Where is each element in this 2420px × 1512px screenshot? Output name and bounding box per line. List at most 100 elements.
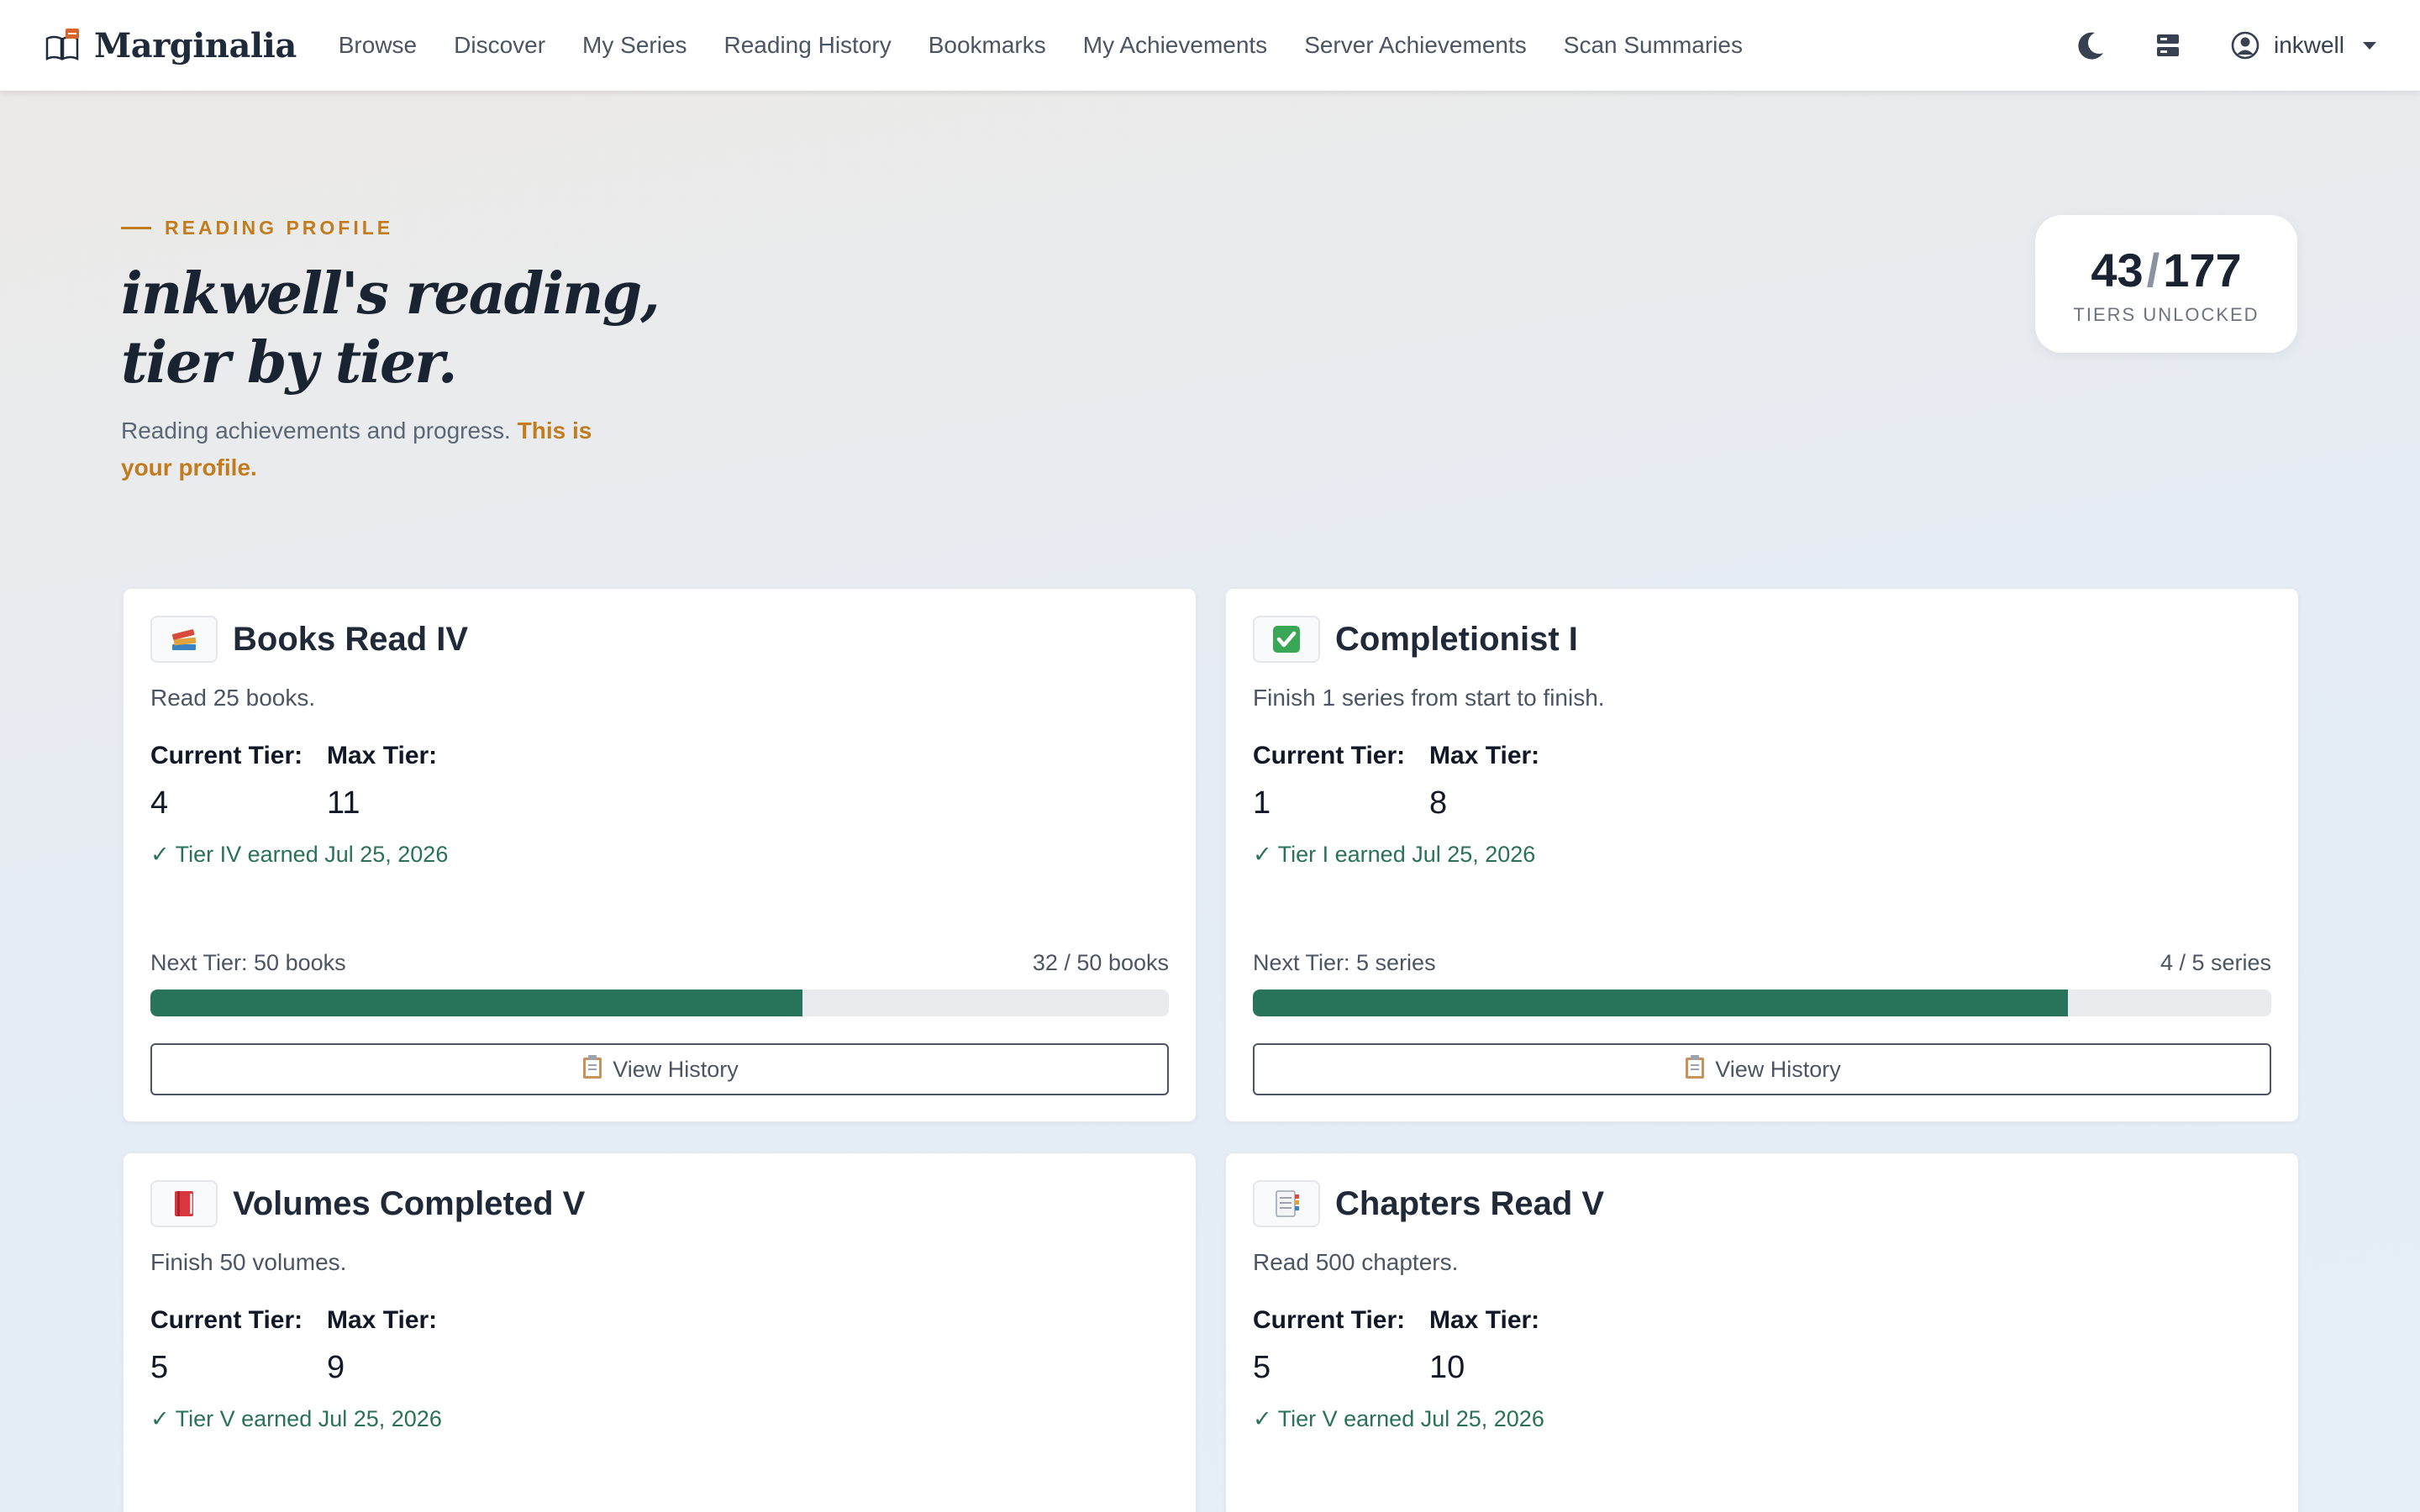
nav-link-discover[interactable]: Discover <box>454 32 545 59</box>
tier-earned-date: ✓ Tier V earned Jul 25, 2026 <box>150 1406 442 1431</box>
current-tier-value: 5 <box>1253 1350 1271 1385</box>
current-tier: Current Tier: 4 <box>150 742 312 822</box>
achievement-card: Completionist I Finish 1 series from sta… <box>1225 588 2299 1122</box>
bookmark-tabs-icon <box>1253 1180 1320 1227</box>
next-tier-label: Next Tier: 5 series <box>1253 950 1436 975</box>
tier-earned-date: ✓ Tier I earned Jul 25, 2026 <box>1253 842 1536 867</box>
progress-count: 32 / 50 books <box>1032 950 1169 975</box>
books-icon <box>150 616 218 663</box>
eyebrow-text: READING PROFILE <box>165 217 394 239</box>
clipboard-icon <box>581 1054 604 1085</box>
tiers-unlocked-label: TIERS UNLOCKED <box>2073 303 2260 325</box>
hero-section: READING PROFILE inkwell's reading, tier … <box>121 217 660 486</box>
card-title: Completionist I <box>1335 620 1578 658</box>
nav-links: Browse Discover My Series Reading Histor… <box>339 32 1743 59</box>
tier-info: Current Tier: 5 Max Tier: 9 <box>150 1306 1169 1386</box>
card-header: Completionist I <box>1253 616 2271 663</box>
page-subtitle: Reading achievements and progress. This … <box>121 412 642 486</box>
current-tier-value: 1 <box>1253 785 1271 821</box>
max-tier-label: Max Tier: <box>1429 1306 1540 1334</box>
nav-link-server-achievements[interactable]: Server Achievements <box>1304 32 1527 59</box>
nav-link-browse[interactable]: Browse <box>339 32 417 59</box>
max-tier-label: Max Tier: <box>327 1306 438 1334</box>
current-tier-label: Current Tier: <box>150 1306 303 1334</box>
user-name: inkwell <box>2273 32 2344 58</box>
nav-link-scan-summaries[interactable]: Scan Summaries <box>1564 32 1743 59</box>
current-tier: Current Tier: 5 <box>1253 1306 1414 1386</box>
red-book-icon <box>150 1180 218 1227</box>
clipboard-icon <box>1683 1054 1707 1085</box>
achievement-card: Chapters Read V Read 500 chapters. Curre… <box>1225 1152 2299 1512</box>
hero-eyebrow: READING PROFILE <box>121 217 659 239</box>
next-tier-label: Next Tier: 50 books <box>150 950 346 975</box>
nav-link-reading-history[interactable]: Reading History <box>724 32 892 59</box>
max-tier-value: 11 <box>327 785 360 821</box>
dark-mode-moon-icon[interactable] <box>2074 29 2107 62</box>
page-subtitle-text: Reading achievements and progress. <box>121 417 511 444</box>
server-icon[interactable] <box>2151 29 2185 62</box>
current-tier-label: Current Tier: <box>150 742 303 769</box>
card-header: Volumes Completed V <box>150 1180 1169 1227</box>
next-tier-row: Next Tier: 50 books 32 / 50 books <box>150 950 1169 976</box>
max-tier-value: 8 <box>1429 785 1448 821</box>
max-tier-value: 9 <box>327 1350 345 1385</box>
view-history-label: View History <box>613 1056 739 1082</box>
progress-bar-fill <box>1253 990 2068 1016</box>
user-circle-icon <box>2228 29 2262 62</box>
card-header: Books Read IV <box>150 616 1169 663</box>
progress-bar-fill <box>150 990 802 1016</box>
progress-bar <box>1253 990 2271 1016</box>
user-menu-dropdown[interactable]: inkwell <box>2228 29 2376 62</box>
current-tier-label: Current Tier: <box>1253 1306 1406 1334</box>
achievement-card: Books Read IV Read 25 books. Current Tie… <box>123 588 1197 1122</box>
max-tier: Max Tier: 11 <box>327 742 488 822</box>
chevron-down-icon <box>2363 41 2376 50</box>
open-book-logo-icon <box>44 27 81 64</box>
card-description: Finish 1 series from start to finish. <box>1253 685 1605 711</box>
tier-info: Current Tier: 4 Max Tier: 11 <box>150 742 1169 822</box>
tiers-unlocked-summary: 43/177 TIERS UNLOCKED <box>2035 215 2297 353</box>
current-tier-label: Current Tier: <box>1253 742 1406 769</box>
card-title: Volumes Completed V <box>233 1184 586 1222</box>
view-history-button[interactable]: View History <box>150 1043 1169 1095</box>
card-title: Books Read IV <box>233 620 469 658</box>
tiers-total-value: 177 <box>2163 243 2242 297</box>
next-tier-row: Next Tier: 5 series 4 / 5 series <box>1253 950 2271 976</box>
eyebrow-divider <box>121 227 151 229</box>
tiers-unlocked-value: 43 <box>2091 243 2144 297</box>
tier-info: Current Tier: 1 Max Tier: 8 <box>1253 742 2271 822</box>
current-tier-value: 4 <box>150 785 169 821</box>
max-tier: Max Tier: 10 <box>1429 1306 1591 1386</box>
card-description: Read 500 chapters. <box>1253 1249 1459 1275</box>
check-box-icon <box>1253 616 1320 663</box>
max-tier-label: Max Tier: <box>327 742 438 769</box>
current-tier: Current Tier: 5 <box>150 1306 312 1386</box>
tiers-slash: / <box>2146 243 2160 297</box>
brand[interactable]: Marginalia <box>44 26 297 66</box>
tier-info: Current Tier: 5 Max Tier: 10 <box>1253 1306 2271 1386</box>
tiers-unlocked-count: 43/177 <box>2091 243 2241 297</box>
max-tier-label: Max Tier: <box>1429 742 1540 769</box>
progress-count: 4 / 5 series <box>2160 950 2271 975</box>
brand-name: Marginalia <box>94 25 297 66</box>
achievement-card: Volumes Completed V Finish 50 volumes. C… <box>123 1152 1197 1512</box>
nav-link-bookmarks[interactable]: Bookmarks <box>929 32 1046 59</box>
max-tier: Max Tier: 9 <box>327 1306 488 1386</box>
card-title: Chapters Read V <box>1335 1184 1605 1222</box>
card-header: Chapters Read V <box>1253 1180 2271 1227</box>
nav-link-my-series[interactable]: My Series <box>582 32 687 59</box>
current-tier-value: 5 <box>150 1350 169 1385</box>
tier-earned-date: ✓ Tier IV earned Jul 25, 2026 <box>150 842 449 867</box>
tier-earned-date: ✓ Tier V earned Jul 25, 2026 <box>1253 1406 1544 1431</box>
view-history-label: View History <box>1715 1056 1841 1082</box>
page-title: inkwell's reading, tier by tier. <box>121 260 660 397</box>
card-description: Finish 50 volumes. <box>150 1249 347 1275</box>
progress-bar <box>150 990 1169 1016</box>
nav-link-my-achievements[interactable]: My Achievements <box>1083 32 1267 59</box>
view-history-button[interactable]: View History <box>1253 1043 2271 1095</box>
page-title-line-1: inkwell's reading, <box>121 260 660 328</box>
current-tier: Current Tier: 1 <box>1253 742 1414 822</box>
page-title-line-2: tier by tier. <box>121 329 458 396</box>
top-navbar: Marginalia Browse Discover My Series Rea… <box>0 0 2420 91</box>
nav-right: inkwell <box>2074 29 2376 62</box>
